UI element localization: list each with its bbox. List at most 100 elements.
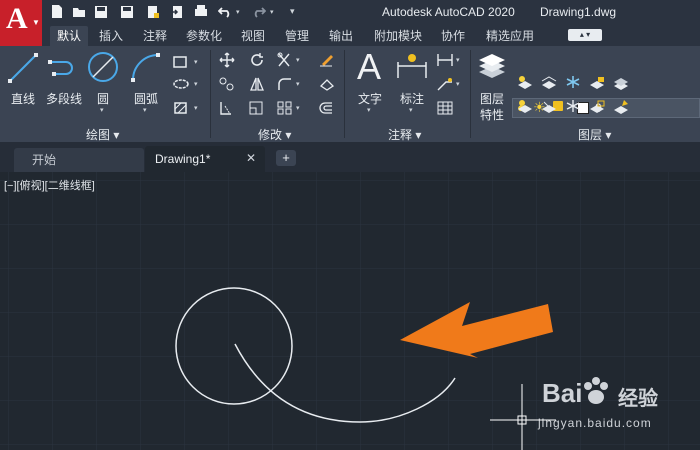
new-file-icon[interactable] (50, 4, 64, 19)
move-icon[interactable] (218, 52, 236, 68)
save-as-icon[interactable] (120, 4, 134, 19)
rotate-icon[interactable] (248, 52, 266, 68)
explode-icon[interactable] (318, 76, 336, 92)
ellipse-icon[interactable] (172, 76, 190, 92)
scale-icon[interactable] (248, 100, 266, 116)
dimension-button[interactable]: 标注 ▾ (392, 50, 432, 120)
copy-icon[interactable] (218, 76, 236, 92)
tab-insert[interactable]: 插入 (94, 26, 128, 46)
undo-dropdown-icon[interactable]: ▾ (236, 8, 240, 16)
chevron-down-icon: ▼ (32, 18, 40, 27)
tab-featured-apps[interactable]: 精选应用 (480, 26, 540, 46)
customize-dropdown-icon[interactable]: ▾ (290, 6, 295, 17)
save-icon[interactable] (94, 4, 108, 19)
layer-properties-label-2: 特性 (479, 108, 504, 122)
layer-lock-icon[interactable] (588, 74, 606, 90)
stretch-icon[interactable] (218, 100, 236, 116)
tab-output[interactable]: 输出 (324, 26, 358, 46)
watermark-brand: Bai (542, 378, 583, 408)
chevron-down-icon: ▾ (100, 107, 104, 114)
polyline-button[interactable]: 多段线 (42, 50, 86, 110)
dimension-label: 标注 (399, 92, 424, 106)
chevron-down-icon: ▾ (409, 107, 413, 114)
tab-default[interactable]: 默认 (50, 26, 88, 46)
annotation-panel-title[interactable]: 注释 ▾ (388, 126, 421, 143)
tab-start[interactable]: 开始 (14, 148, 144, 172)
offset-icon[interactable] (318, 100, 336, 116)
redo-icon[interactable] (252, 4, 266, 19)
circle-label: 圆 (96, 92, 109, 106)
add-tab-button[interactable]: + (276, 150, 296, 166)
text-label: 文字 (357, 92, 382, 106)
layer-properties-label-1: 图层 (479, 92, 504, 106)
layer-off-icon[interactable] (516, 74, 534, 90)
layer-thaw-icon[interactable] (564, 98, 582, 114)
tab-parametric[interactable]: 参数化 (180, 26, 228, 46)
mirror-icon[interactable] (248, 76, 266, 92)
undo-icon[interactable] (218, 4, 232, 19)
redo-dropdown-icon[interactable]: ▾ (270, 8, 274, 16)
ribbon-tabs: 默认 插入 注释 参数化 视图 管理 输出 附加模块 协作 精选应用 ▴ ▾ (42, 24, 700, 46)
layer-on-icon[interactable] (516, 98, 534, 114)
autocad-window: ▾ ▾ ▾ Autodesk AutoCAD 2020 Drawing1.dwg… (0, 0, 700, 450)
layer-freeze-icon[interactable] (564, 74, 582, 90)
modify-panel-title[interactable]: 修改 ▾ (258, 126, 291, 143)
fillet-icon[interactable] (276, 76, 294, 92)
layer-walk-icon[interactable] (612, 98, 630, 114)
leader-icon[interactable] (436, 76, 454, 92)
panel-divider (470, 50, 471, 138)
layer-unisolate-icon[interactable] (540, 98, 558, 114)
table-icon[interactable] (436, 100, 454, 116)
tab-manage[interactable]: 管理 (280, 26, 314, 46)
upload-icon[interactable] (146, 4, 160, 19)
panel-divider (344, 50, 345, 138)
print-icon[interactable] (194, 4, 208, 19)
circle-icon (88, 52, 118, 82)
circle-button[interactable]: 圆 ▾ (86, 50, 120, 120)
chevron-down-icon: ▾ (456, 57, 460, 64)
application-menu-button[interactable]: A ▼ (0, 0, 42, 46)
polyline-icon (48, 60, 73, 76)
rectangle-icon[interactable] (172, 54, 190, 70)
paw-icon (584, 377, 608, 404)
chevron-down-icon: ▾ (367, 107, 371, 114)
tab-addins[interactable]: 附加模块 (368, 26, 428, 46)
chevron-down-icon: ▾ (296, 81, 300, 88)
polyline-label: 多段线 (45, 92, 82, 106)
watermark-brand-suffix: 经验 (618, 388, 658, 410)
tab-annotate[interactable]: 注释 (138, 26, 172, 46)
chevron-down-icon: ▾ (194, 59, 198, 66)
layer-isolate-icon[interactable] (540, 74, 558, 90)
layer-stack-icon (479, 54, 505, 78)
arc-label: 圆弧 (133, 92, 158, 106)
text-button[interactable]: A 文字 ▾ (352, 46, 388, 120)
panel-divider (210, 50, 211, 138)
draw-panel-title[interactable]: 绘图 ▾ (86, 126, 119, 143)
chevron-down-icon: ▾ (296, 105, 300, 112)
line-button[interactable]: 直线 (4, 50, 42, 110)
layer-unlock-icon[interactable] (588, 98, 606, 114)
trim-icon[interactable] (276, 52, 294, 68)
erase-icon[interactable] (318, 52, 336, 68)
line-label: 直线 (10, 92, 35, 106)
viewport-controls[interactable]: [−][俯视][二维线框] (4, 177, 95, 193)
tab-view[interactable]: 视图 (236, 26, 270, 46)
linear-dimension-icon[interactable] (436, 52, 454, 68)
layers-panel-title[interactable]: 图层 ▾ (578, 126, 611, 143)
hatch-icon[interactable] (172, 100, 190, 116)
close-icon[interactable]: ✕ (246, 151, 256, 165)
baidu-watermark: Bai 经验 jingyan.baidu.com (520, 372, 700, 442)
text-icon: A (357, 46, 382, 87)
open-folder-icon[interactable] (72, 4, 86, 19)
tab-collaborate[interactable]: 协作 (436, 26, 470, 46)
ribbon-minimize-button[interactable]: ▴ ▾ (568, 29, 602, 41)
chevron-down-icon: ▾ (456, 81, 460, 88)
chevron-down-icon: ▾ (194, 81, 198, 88)
array-icon[interactable] (276, 100, 294, 116)
layer-properties-button[interactable]: 图层 特性 (474, 50, 510, 130)
autocad-logo-icon: A (6, 2, 28, 35)
layer-match-icon[interactable] (612, 74, 630, 90)
chevron-down-icon: ▾ (143, 107, 147, 114)
download-icon[interactable] (170, 4, 184, 19)
arc-button[interactable]: 圆弧 ▾ (126, 50, 166, 120)
